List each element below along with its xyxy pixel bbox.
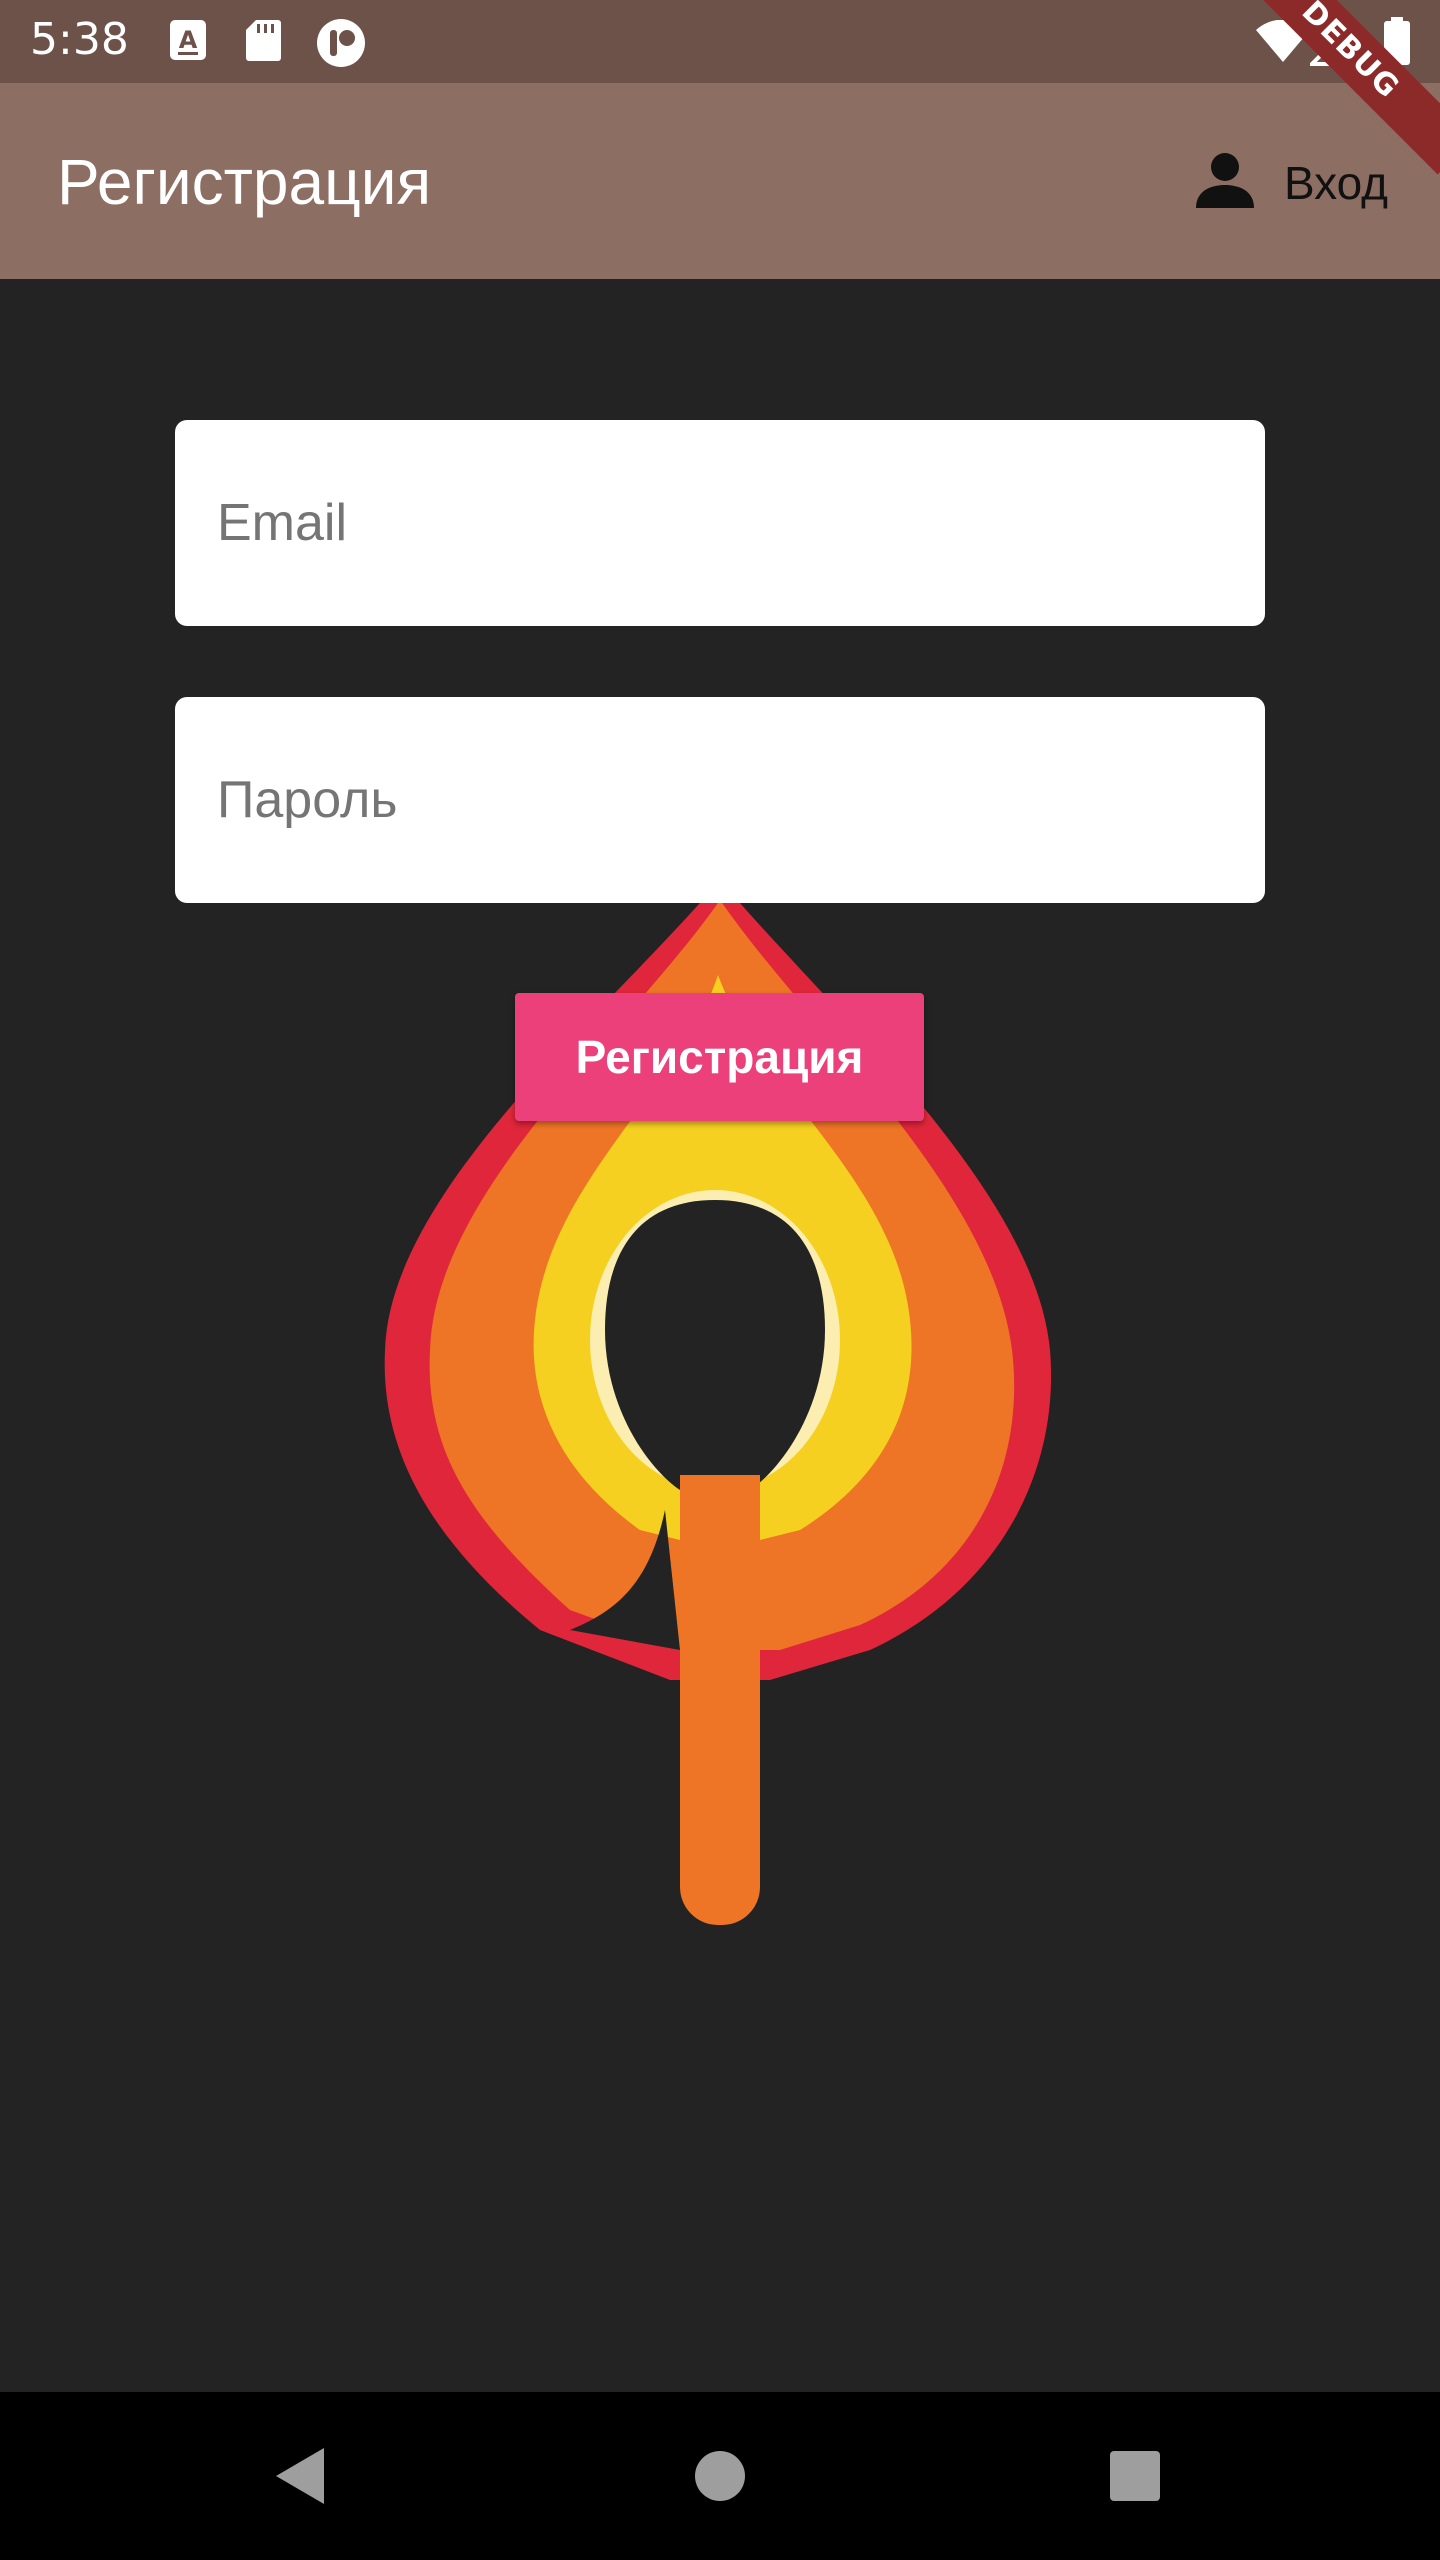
email-field[interactable] [175,420,1265,626]
status-time: 5:38 [30,14,129,65]
system-nav-bar [0,2392,1440,2560]
svg-text:A: A [179,26,198,54]
person-icon [1194,152,1256,215]
status-bar: 5:38 A [0,0,1440,83]
password-field[interactable] [175,697,1265,903]
password-input[interactable] [175,697,1265,903]
login-button[interactable]: Вход [1194,148,1388,218]
sd-card-icon [244,18,282,62]
page-title: Регистрация [57,146,432,218]
app-badge-icon [316,18,366,68]
text-a-icon: A [168,18,208,62]
app-bar: Регистрация Вход [0,83,1440,279]
home-icon[interactable] [650,2392,790,2560]
login-label: Вход [1283,157,1388,209]
email-input[interactable] [175,420,1265,626]
recents-icon[interactable] [1065,2392,1205,2560]
register-button[interactable]: Регистрация [515,993,924,1121]
back-icon[interactable] [230,2392,370,2560]
